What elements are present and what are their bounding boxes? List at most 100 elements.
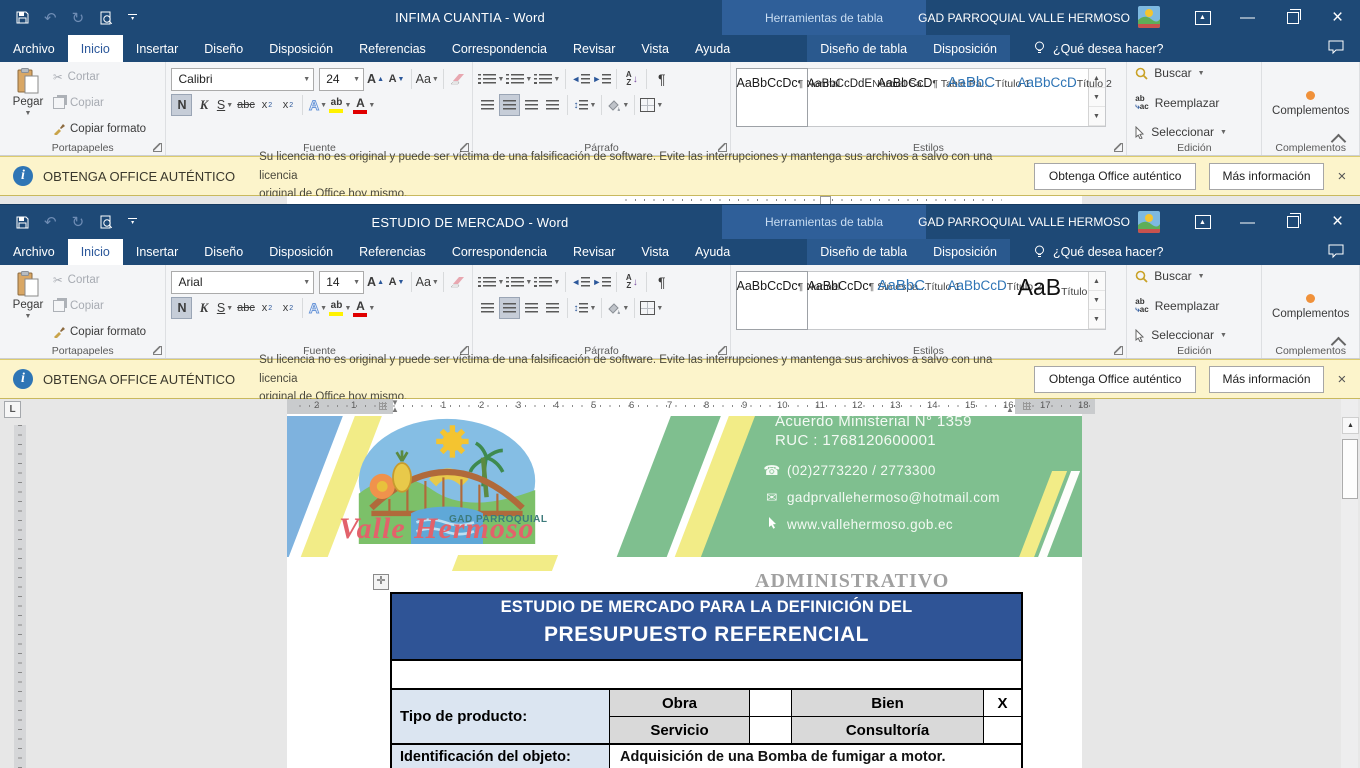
align-right-icon[interactable]	[522, 95, 541, 115]
restore-button[interactable]	[1270, 205, 1315, 239]
copy-button[interactable]: Copiar	[53, 297, 146, 315]
font-name-combo[interactable]: Arial▼	[171, 271, 314, 294]
letterhead-phone[interactable]: ☎(02)2773220 / 2773300	[763, 463, 936, 479]
replace-button[interactable]: ab⤷acReemplazar	[1135, 95, 1253, 111]
bold-button[interactable]: N	[171, 297, 192, 319]
account-name[interactable]: GAD PARROQUIAL VALLE HERMOSO	[905, 11, 1130, 25]
style-sin-espaciado[interactable]: AaBbCcDc¶ Sin espa...	[808, 272, 878, 329]
right-indent-icon[interactable]: ▲	[1006, 406, 1014, 414]
italic-button[interactable]: K	[194, 298, 213, 318]
sort-button[interactable]: AZ↓	[622, 69, 641, 89]
section-heading[interactable]: ADMINISTRATIVO	[755, 570, 949, 593]
print-preview-icon[interactable]	[99, 215, 113, 229]
account-avatar[interactable]	[1138, 6, 1160, 28]
styles-scrollbar[interactable]: ▲▼▼	[1088, 272, 1105, 329]
get-office-button[interactable]: Obtenga Office auténtico	[1034, 163, 1196, 190]
italic-button[interactable]: K	[194, 95, 213, 115]
align-left-icon[interactable]	[478, 95, 497, 115]
font-color-button[interactable]: A▼	[353, 298, 375, 318]
shrink-font-icon[interactable]: A▼	[387, 69, 406, 89]
highlight-button[interactable]: ab▼	[329, 95, 351, 115]
tab-insertar[interactable]: Insertar	[123, 239, 191, 265]
tab-correspondencia[interactable]: Correspondencia	[439, 35, 560, 62]
cut-button[interactable]: ✂Cortar	[53, 271, 146, 289]
format-painter-button[interactable]: Copiar formato	[53, 120, 146, 138]
minimize-button[interactable]: —	[1225, 0, 1270, 35]
strikethrough-button[interactable]: abc	[236, 298, 255, 318]
identificacion-label-cell[interactable]: Identificación del objeto:	[392, 745, 610, 768]
table-column-marker-icon[interactable]	[379, 402, 387, 410]
superscript-button[interactable]: x2	[278, 298, 297, 318]
consultoria-mark-cell[interactable]	[984, 717, 1021, 743]
text-effects-button[interactable]: A▼	[308, 298, 327, 318]
addins-button[interactable]: Complementos	[1272, 105, 1349, 117]
warning-close-icon[interactable]: ×	[1324, 168, 1360, 185]
tab-diseno-de-tabla[interactable]: Diseño de tabla	[807, 239, 920, 265]
numbering-button[interactable]: ▼	[506, 69, 532, 89]
tab-disposicion-tabla[interactable]: Disposición	[920, 239, 1010, 265]
obra-cell[interactable]: Obra	[610, 690, 750, 716]
decrease-indent-icon[interactable]: ◄	[571, 272, 590, 292]
underline-button[interactable]: S▼	[215, 298, 234, 318]
copy-button[interactable]: Copiar	[53, 94, 146, 112]
font-name-combo[interactable]: Calibri▼	[171, 68, 314, 91]
customize-qat-icon[interactable]: ▾	[128, 14, 137, 22]
multilevel-list-button[interactable]: ▼	[534, 69, 560, 89]
feedback-icon[interactable]	[1328, 40, 1344, 55]
vertical-ruler[interactable]	[14, 425, 26, 768]
tab-archivo[interactable]: Archivo	[0, 35, 68, 62]
obra-mark-cell[interactable]	[750, 690, 792, 716]
addins-icon[interactable]	[1306, 91, 1315, 100]
bold-button[interactable]: N	[171, 94, 192, 116]
align-left-icon[interactable]	[478, 298, 497, 318]
redo-icon[interactable]: ↻	[72, 213, 85, 231]
clipboard-dialog-launcher-icon[interactable]	[153, 346, 162, 355]
letterhead-web[interactable]: www.vallehermoso.gob.ec	[763, 517, 953, 532]
style-titulo-1[interactable]: AaBbCTítulo 1	[878, 272, 948, 329]
account-name[interactable]: GAD PARROQUIAL VALLE HERMOSO	[905, 215, 1130, 229]
table-empty-row[interactable]	[390, 661, 1023, 690]
hanging-indent-icon[interactable]: ▲	[391, 406, 399, 414]
ribbon-display-options-icon[interactable]: ▲	[1180, 0, 1225, 35]
get-office-button[interactable]: Obtenga Office auténtico	[1034, 366, 1196, 393]
superscript-button[interactable]: x2	[278, 95, 297, 115]
scroll-up-icon[interactable]: ▲	[1342, 417, 1359, 434]
line-spacing-button[interactable]: ↕▼	[573, 298, 596, 318]
tab-referencias[interactable]: Referencias	[346, 239, 439, 265]
grow-font-icon[interactable]: A▲	[366, 272, 385, 292]
clear-formatting-icon[interactable]	[448, 272, 467, 292]
style-titulo-2[interactable]: AaBbCcDTítulo 2	[1018, 69, 1088, 126]
shading-button[interactable]: ▼	[607, 95, 629, 115]
justify-icon[interactable]	[543, 95, 562, 115]
table-move-handle-icon[interactable]: ✛	[373, 574, 389, 590]
style-titulo-1[interactable]: AaBbCTítulo 1	[948, 69, 1018, 126]
subscript-button[interactable]: x2	[257, 95, 276, 115]
addins-button[interactable]: Complementos	[1272, 308, 1349, 320]
letterhead-ruc[interactable]: RUC : 1768120600001	[775, 432, 936, 449]
replace-button[interactable]: ab⤷acReemplazar	[1135, 298, 1253, 314]
tab-ayuda[interactable]: Ayuda	[682, 239, 743, 265]
feedback-icon[interactable]	[1328, 244, 1344, 259]
increase-indent-icon[interactable]: ►	[592, 69, 611, 89]
title-bar[interactable]: ↶ ↻ ▾ INFIMA CUANTIA - Word Herramientas…	[0, 0, 1360, 35]
style-table-pa[interactable]: AaBbCcD¶ Table Pa...	[878, 69, 948, 126]
change-case-button[interactable]: Aa▼	[417, 272, 438, 292]
strikethrough-button[interactable]: abc	[236, 95, 255, 115]
text-effects-button[interactable]: A▼	[308, 95, 327, 115]
save-icon[interactable]	[16, 11, 29, 24]
title-bar[interactable]: ↶ ↻ ▾ ESTUDIO DE MERCADO - Word Herramie…	[0, 204, 1360, 239]
tell-me-box[interactable]: ¿Qué desea hacer?	[1034, 239, 1164, 265]
borders-button[interactable]: ▼	[640, 298, 663, 318]
consultoria-cell[interactable]: Consultoría	[792, 717, 984, 743]
close-button[interactable]: ×	[1315, 205, 1360, 239]
tab-selector[interactable]: L	[4, 401, 21, 418]
servicio-mark-cell[interactable]	[750, 717, 792, 743]
show-marks-button[interactable]: ¶	[652, 69, 671, 89]
table-column-marker-icon[interactable]	[1023, 402, 1031, 410]
style-normal[interactable]: AaBbCcDc¶ Normal	[736, 271, 808, 330]
find-button[interactable]: Buscar▼	[1135, 269, 1253, 283]
paste-button[interactable]: Pegar ▼	[5, 269, 51, 343]
ribbon-display-options-icon[interactable]: ▲	[1180, 205, 1225, 239]
bullets-button[interactable]: ▼	[478, 69, 504, 89]
table-title-cell[interactable]: ESTUDIO DE MERCADO PARA LA DEFINICIÓN DE…	[390, 592, 1023, 661]
